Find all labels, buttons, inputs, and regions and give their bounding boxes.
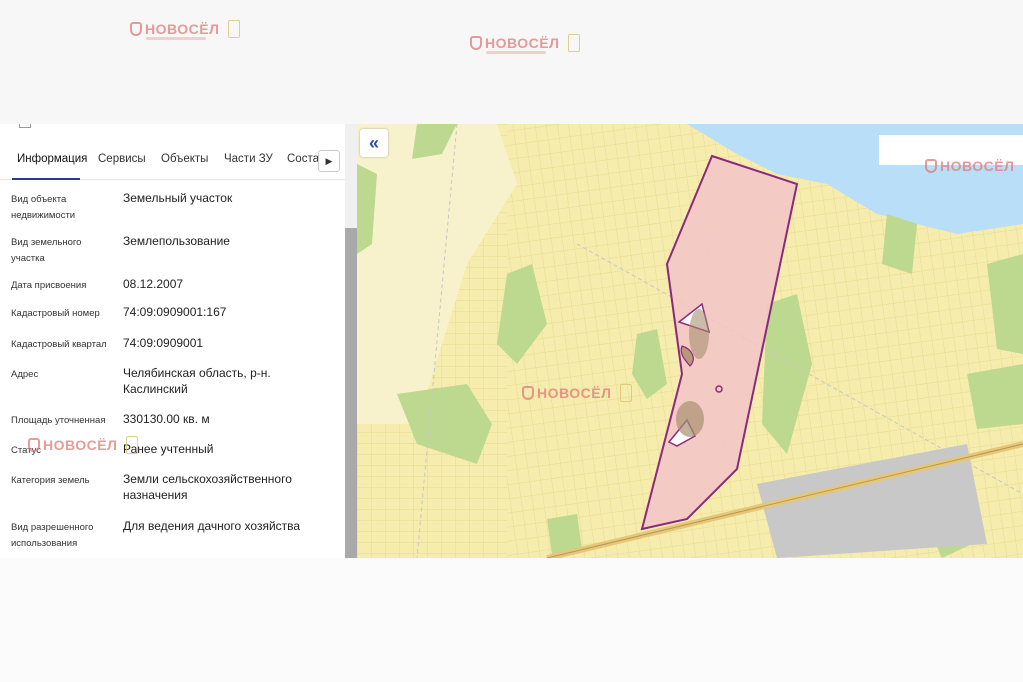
field-value: Земли сельскохозяйственного назначения bbox=[123, 472, 292, 502]
pin-icon bbox=[19, 124, 31, 128]
field-label: Дата присвоения bbox=[11, 280, 87, 291]
field-label: Кадастровый квартал bbox=[11, 339, 107, 350]
house-icon bbox=[925, 159, 937, 173]
field-label: Вид разрешенного использования bbox=[11, 522, 94, 549]
map-search-box[interactable]: НОВОСЁЛ bbox=[879, 135, 1023, 174]
tabs-next-button[interactable]: ▶ bbox=[318, 150, 340, 172]
field-value: Земельный участок bbox=[123, 191, 233, 205]
map-forest bbox=[967, 364, 1023, 429]
tab-objects[interactable]: Объекты bbox=[161, 153, 208, 165]
active-tab-indicator bbox=[12, 178, 80, 180]
badge-icon bbox=[568, 34, 581, 52]
field-value: Челябинская область, р-н. Каслинский bbox=[123, 366, 271, 396]
tab-bar: Информация Сервисы Объекты Части ЗУ Сост… bbox=[0, 148, 345, 180]
cadastral-map[interactable]: НОВОСЁЛ bbox=[357, 124, 1023, 558]
field-value: Землепользование bbox=[123, 234, 230, 248]
watermark-logo: НОВОСЁЛ bbox=[28, 436, 139, 454]
watermark-logo: НОВОСЁЛ bbox=[925, 157, 1023, 175]
watermark-logo: НОВОСЁЛ bbox=[522, 384, 633, 402]
house-icon bbox=[28, 438, 40, 452]
panel-scrollbar-thumb[interactable] bbox=[345, 228, 357, 558]
field-value: 74:09:0909001 bbox=[123, 336, 204, 350]
house-icon bbox=[130, 22, 142, 36]
chevron-right-icon: ▶ bbox=[325, 155, 333, 166]
house-icon bbox=[522, 386, 534, 400]
field-value: 330130.00 кв. м bbox=[123, 412, 210, 426]
watermark-logo: НОВОСЁЛ bbox=[470, 34, 581, 54]
badge-icon bbox=[228, 20, 241, 38]
badge-icon bbox=[620, 384, 633, 402]
map-canvas[interactable] bbox=[357, 124, 1023, 558]
field-label: Адрес bbox=[11, 369, 39, 380]
field-value: 08.12.2007 bbox=[123, 277, 184, 291]
field-label: Кадастровый номер bbox=[11, 308, 100, 319]
field-label: Вид земельного участка bbox=[11, 237, 82, 264]
tab-information[interactable]: Информация bbox=[17, 153, 87, 165]
field-label: Категория земель bbox=[11, 475, 90, 486]
field-value: Для ведения дачного хозяйства bbox=[123, 519, 301, 533]
tab-services[interactable]: Сервисы bbox=[98, 153, 146, 165]
tab-land-parts[interactable]: Части ЗУ bbox=[224, 153, 273, 165]
info-panel: Информация Сервисы Объекты Части ЗУ Сост… bbox=[0, 124, 357, 558]
double-chevron-left-icon: « bbox=[368, 133, 379, 153]
watermark-logo: НОВОСЁЛ bbox=[130, 20, 241, 40]
field-value: 74:09:0909001:167 bbox=[123, 305, 227, 319]
page-footer-area bbox=[0, 558, 1023, 682]
collapse-panel-button[interactable]: « bbox=[360, 129, 388, 157]
badge-icon bbox=[126, 436, 139, 454]
field-label: Вид объекта недвижимости bbox=[11, 194, 76, 221]
field-label: Площадь уточненная bbox=[11, 415, 106, 426]
house-icon bbox=[470, 36, 482, 50]
field-value: Ранее учтенный bbox=[123, 442, 214, 456]
map-forest bbox=[882, 214, 917, 274]
